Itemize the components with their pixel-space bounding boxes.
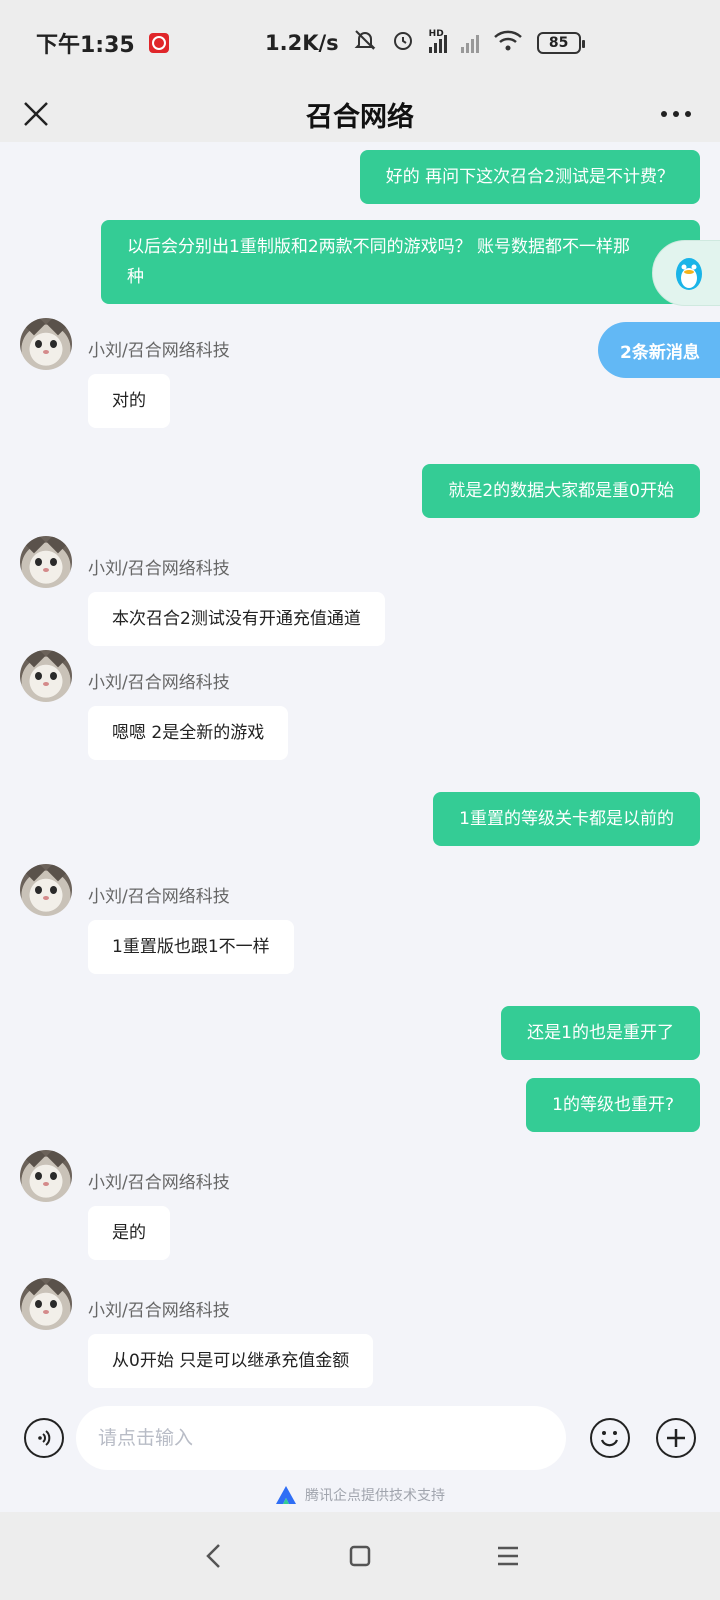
powered-by-text: 腾讯企点提供技术支持 [305,1488,445,1504]
avatar[interactable] [20,1150,72,1202]
sender-name: 小刘/召合网络科技 [88,559,230,579]
alarm-icon [391,28,415,58]
chat-header: 召合网络 [0,86,720,142]
sender-name: 小刘/召合网络科技 [88,341,230,361]
incoming-message-group: 小刘/召合网络科技 本次召合2测试没有开通充值通道 [20,536,620,656]
emoji-icon [600,1431,619,1447]
status-bar: 下午1:35 1.2K/s HD 85 [0,0,720,86]
back-button[interactable] [196,1538,232,1574]
incoming-message-group: 小刘/召合网络科技 1重置版也跟1不一样 [20,864,620,984]
avatar[interactable] [20,318,72,370]
sender-name: 小刘/召合网络科技 [88,1173,230,1193]
outgoing-message: 以后会分别出1重制版和2两款不同的游戏吗？ 账号数据都不一样那 种 [101,220,700,304]
incoming-message: 是的 [88,1206,170,1260]
signal-bars-2 [460,33,479,53]
sender-name: 小刘/召合网络科技 [88,1301,230,1321]
incoming-message: 从0开始 只是可以继承充值金额 [88,1334,374,1388]
avatar[interactable] [20,864,72,916]
avatar[interactable] [20,650,72,702]
voice-icon [38,1430,51,1446]
incoming-message: 1重置版也跟1不一样 [88,920,294,974]
home-button[interactable] [342,1538,378,1574]
plus-icon [667,1429,685,1447]
outgoing-message: 1的等级也重开? [526,1078,700,1132]
system-nav-bar [0,1512,720,1600]
page-title: 召合网络 [306,101,414,133]
message-line: 种 [127,267,144,287]
back-icon [206,1544,220,1568]
hd-label: HD [428,29,444,39]
add-button[interactable] [656,1418,696,1458]
avatar[interactable] [20,1278,72,1330]
qq-contact-button[interactable] [652,240,720,306]
close-button[interactable] [18,96,54,132]
input-bar [0,1392,720,1488]
incoming-message: 嗯嗯 2是全新的游戏 [88,706,289,760]
status-time-group: 下午1:35 [36,27,169,59]
new-messages-badge[interactable]: 2条新消息 [598,322,720,378]
outgoing-message: 就是2的数据大家都是重0开始 [422,464,700,518]
sender-name: 小刘/召合网络科技 [88,887,230,907]
more-icon [661,111,667,117]
status-time: 下午1:35 [36,33,135,58]
net-speed: 1.2K/s [265,31,339,55]
incoming-message-group: 小刘/召合网络科技 嗯嗯 2是全新的游戏 [20,650,620,770]
qq-penguin-icon [676,258,702,290]
home-icon [349,1545,371,1567]
status-indicators: 1.2K/s HD 85 [265,28,585,58]
outgoing-message: 好的 再问下这次召合2测试是不计费？ [359,150,700,204]
incoming-message-group: 小刘/召合网络科技 对的 [20,318,620,438]
message-line: 以后会分别出1重制版和2两款不同的游戏吗？ 账号数据都不一样那 [127,237,631,257]
battery-indicator: 85 [536,32,585,54]
netease-music-icon [148,33,169,53]
wifi-icon [493,28,523,58]
incoming-message-group: 小刘/召合网络科技 是的 [20,1150,620,1270]
incoming-message: 对的 [88,374,170,428]
mute-bell-icon [353,28,377,58]
menu-button[interactable] [490,1538,526,1574]
emoji-button[interactable] [590,1418,630,1458]
menu-icon [498,1546,518,1566]
outgoing-message: 还是1的也是重开了 [501,1006,700,1060]
more-button[interactable] [656,96,696,132]
qidian-logo-icon [276,1486,296,1504]
incoming-message-group: 小刘/召合网络科技 从0开始 只是可以继承充值金额 [20,1278,620,1392]
message-input[interactable] [76,1406,566,1470]
avatar[interactable] [20,536,72,588]
sender-name: 小刘/召合网络科技 [88,673,230,693]
close-icon [24,102,48,126]
powered-by: 腾讯企点提供技术支持 [0,1480,720,1510]
outgoing-message: 1重置的等级关卡都是以前的 [433,792,700,846]
incoming-message: 本次召合2测试没有开通充值通道 [88,592,385,646]
hd-signal-icon: HD [428,29,447,53]
voice-button[interactable] [24,1418,64,1458]
